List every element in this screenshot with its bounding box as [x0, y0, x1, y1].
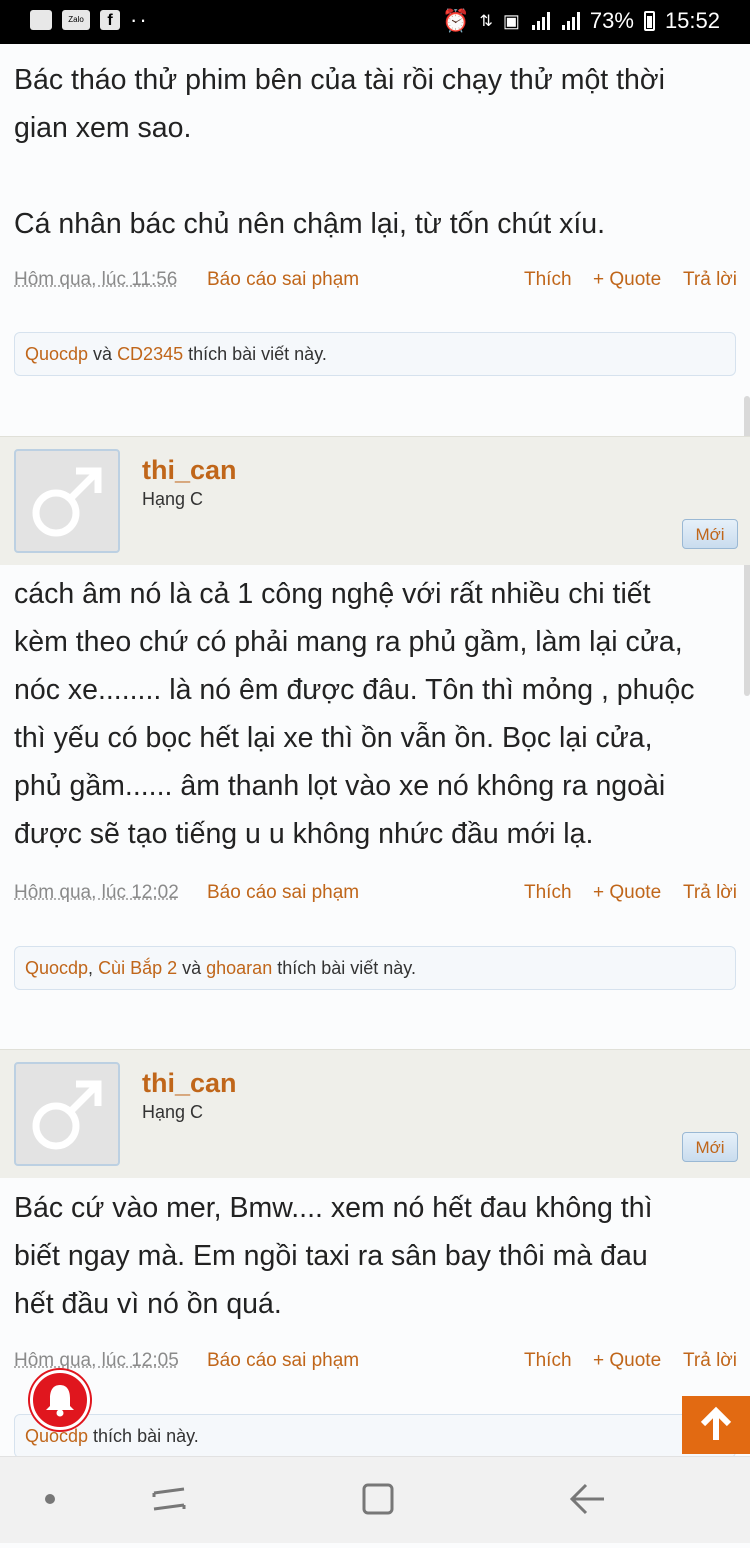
post-message: cách âm nó là cả 1 công nghệ với rất nhi… [14, 570, 738, 858]
recent-apps-button[interactable] [128, 1457, 208, 1543]
liker-link[interactable]: CD2345 [117, 344, 183, 364]
post-message: Bác tháo thử phim bên của tài rồi chạy t… [14, 56, 738, 248]
scroll-to-top-button[interactable] [682, 1396, 750, 1454]
facebook-icon: f [100, 10, 120, 30]
bell-icon [33, 1373, 87, 1427]
username[interactable]: thi_can [142, 455, 237, 486]
likes-summary: Quocdp thích bài này. [14, 1414, 736, 1456]
zalo-icon: Zalo [62, 10, 90, 30]
recent-apps-icon [128, 1457, 208, 1543]
report-link[interactable]: Báo cáo sai phạm [207, 269, 359, 291]
post-user-header: thi_can Hạng C Mới [0, 1049, 750, 1178]
reply-link[interactable]: Trả lời [683, 882, 737, 904]
android-nav-bar [0, 1456, 750, 1543]
arrow-up-icon [682, 1396, 750, 1454]
post-meta: Hôm qua, lúc 12:05 Báo cáo sai phạm Thíc… [14, 1350, 738, 1380]
nav-dot-button[interactable] [10, 1457, 90, 1543]
more-notifications-icon: ·· [130, 15, 149, 25]
home-icon [338, 1457, 418, 1543]
post-date[interactable]: Hôm qua, lúc 12:02 [14, 882, 179, 904]
post-date[interactable]: Hôm qua, lúc 12:05 [14, 1350, 179, 1372]
report-link[interactable]: Báo cáo sai phạm [207, 1350, 359, 1372]
battery-icon [644, 11, 655, 31]
report-link[interactable]: Báo cáo sai phạm [207, 882, 359, 904]
avatar[interactable] [14, 1062, 120, 1166]
status-bar: Zalo f ·· ⏰ ⇅ ▣ 73% 15:52 [0, 0, 750, 44]
back-arrow-icon [548, 1457, 628, 1543]
like-link[interactable]: Thích [524, 882, 572, 904]
male-symbol-icon [16, 1064, 118, 1164]
reply-link[interactable]: Trả lời [683, 269, 737, 291]
liker-link[interactable]: ghoaran [206, 958, 272, 978]
message-line: phủ gầm...... âm thanh lọt vào xe nó khô… [14, 762, 738, 810]
thread-content: Bác tháo thử phim bên của tài rồi chạy t… [0, 44, 750, 1456]
message-line: được sẽ tạo tiếng u u không nhức đầu mới… [14, 810, 738, 858]
post-meta: Hôm qua, lúc 11:56 Báo cáo sai phạm Thíc… [14, 269, 738, 299]
sim-icon: ▣ [503, 11, 520, 32]
liker-link[interactable]: Cùi Bắp 2 [98, 958, 177, 978]
clock: 15:52 [665, 8, 720, 34]
message-icon [30, 10, 52, 30]
message-line: Cá nhân bác chủ nên chậm lại, từ tốn chú… [14, 200, 738, 248]
signal-icon [530, 12, 550, 30]
vibrate-icon: ⇅ [479, 11, 492, 31]
message-line: hết đầu vì nó ồn quá. [14, 1280, 738, 1328]
quote-link[interactable]: + Quote [593, 1350, 661, 1372]
quote-link[interactable]: + Quote [593, 882, 661, 904]
message-line: biết ngay mà. Em ngồi taxi ra sân bay th… [14, 1232, 738, 1280]
alarm-icon: ⏰ [442, 8, 469, 34]
likes-summary: Quocdp và CD2345 thích bài viết này. [14, 332, 736, 376]
like-link[interactable]: Thích [524, 1350, 572, 1372]
quote-link[interactable]: + Quote [593, 269, 661, 291]
reply-link[interactable]: Trả lời [683, 1350, 737, 1372]
post-date[interactable]: Hôm qua, lúc 11:56 [14, 269, 177, 291]
new-badge: Mới [682, 1132, 738, 1162]
male-symbol-icon [16, 451, 118, 551]
home-button[interactable] [338, 1457, 418, 1543]
liker-link[interactable]: Quocdp [25, 958, 88, 978]
message-line: Bác cứ vào mer, Bmw.... xem nó hết đau k… [14, 1184, 738, 1232]
message-line: thì yếu có bọc hết lại xe thì ồn vẫn ồn.… [14, 714, 738, 762]
message-line [14, 152, 738, 200]
user-rank: Hạng C [142, 489, 203, 510]
dot-icon [10, 1457, 90, 1543]
post-meta: Hôm qua, lúc 12:02 Báo cáo sai phạm Thíc… [14, 882, 738, 912]
avatar[interactable] [14, 449, 120, 553]
message-line: Bác tháo thử phim bên của tài rồi chạy t… [14, 56, 738, 104]
message-line: gian xem sao. [14, 104, 738, 152]
likes-summary: Quocdp, Cùi Bắp 2 và ghoaran thích bài v… [14, 946, 736, 990]
username[interactable]: thi_can [142, 1068, 237, 1099]
signal-icon-2 [560, 12, 580, 30]
notification-bell-button[interactable] [30, 1370, 90, 1430]
message-line: kèm theo chứ có phải mang ra phủ gầm, là… [14, 618, 738, 666]
new-badge: Mới [682, 519, 738, 549]
message-line: cách âm nó là cả 1 công nghệ với rất nhi… [14, 570, 738, 618]
battery-percent: 73% [590, 8, 634, 34]
post-message: Bác cứ vào mer, Bmw.... xem nó hết đau k… [14, 1184, 738, 1328]
user-rank: Hạng C [142, 1102, 203, 1123]
liker-link[interactable]: Quocdp [25, 344, 88, 364]
message-line: nóc xe........ là nó êm được đâu. Tôn th… [14, 666, 738, 714]
back-button[interactable] [548, 1457, 628, 1543]
post-user-header: thi_can Hạng C Mới [0, 436, 750, 565]
like-link[interactable]: Thích [524, 269, 572, 291]
